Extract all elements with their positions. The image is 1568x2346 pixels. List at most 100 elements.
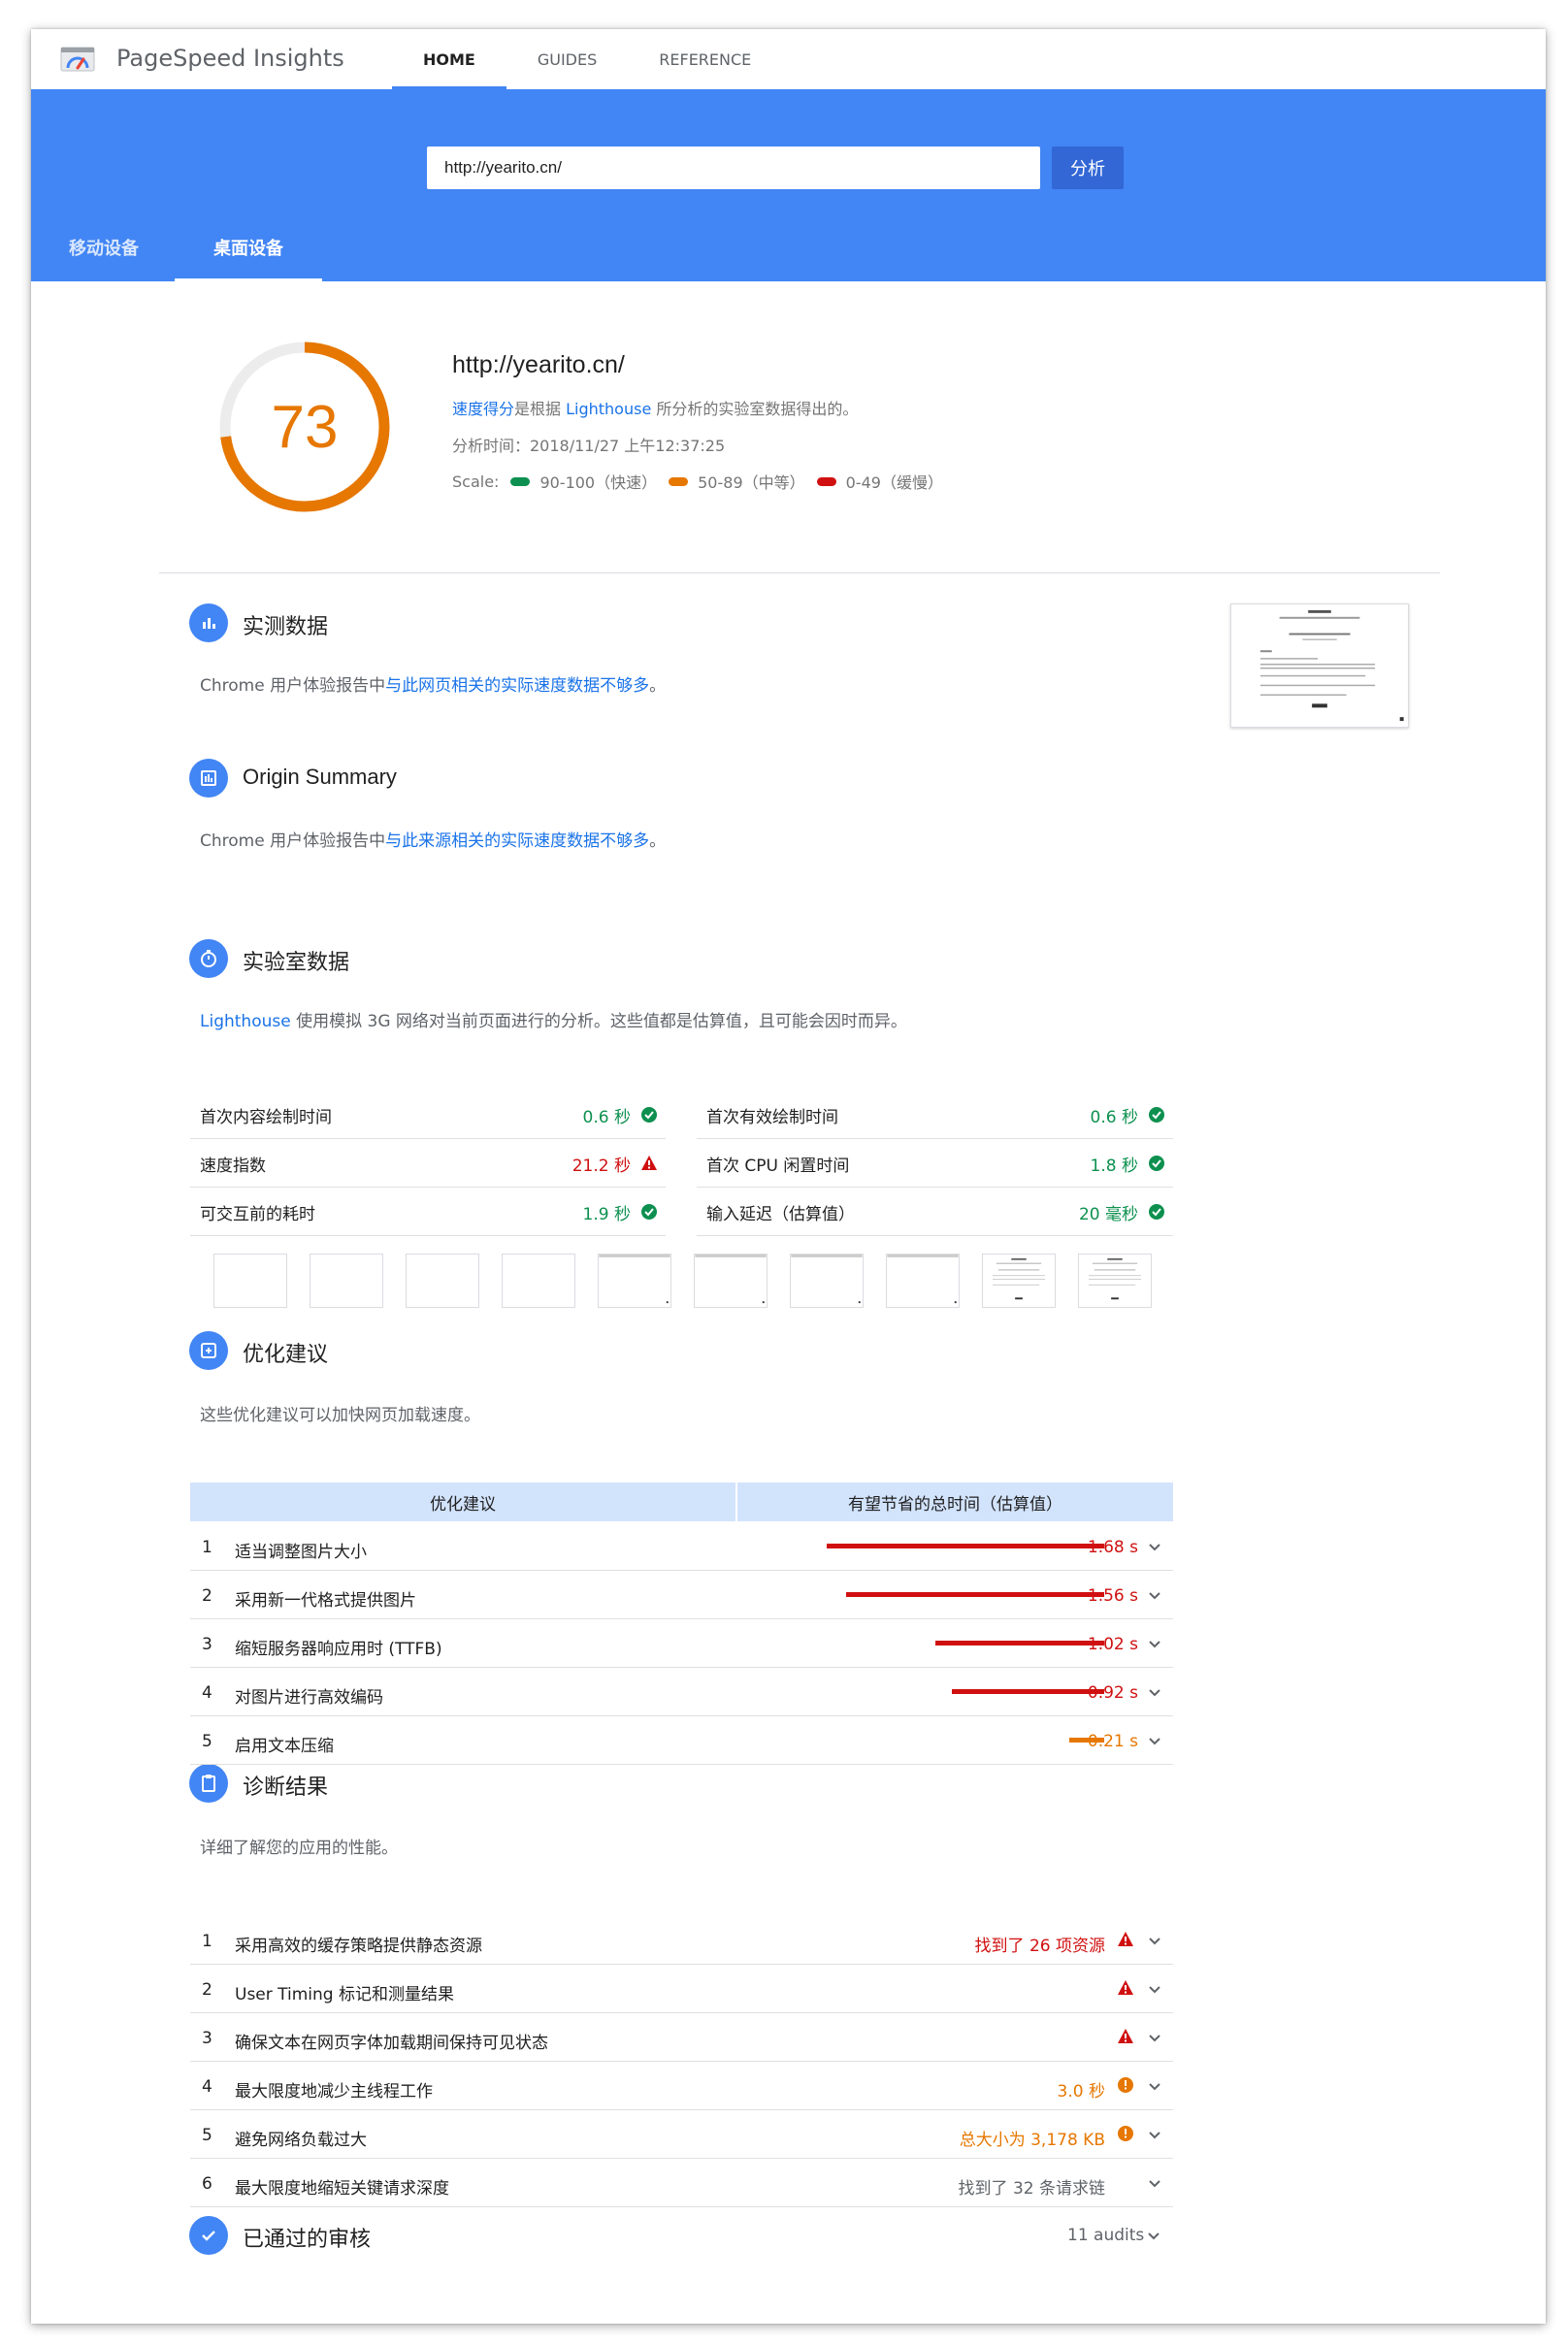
lab-lighthouse-link[interactable]: Lighthouse (200, 1012, 291, 1031)
chevron-down-icon[interactable] (1148, 1937, 1161, 1946)
row-index: 3 (202, 2029, 212, 2048)
opportunity-name: 启用文本压缩 (235, 1737, 334, 1756)
origin-summary-suffix: 。 (649, 831, 667, 851)
lab-data-icon (189, 939, 228, 978)
field-data-icon (189, 603, 228, 642)
browser-page: PageSpeed Insights HOME GUIDES REFERENCE… (31, 29, 1546, 2324)
info-circle-icon (1118, 2126, 1133, 2141)
opportunity-name: 采用新一代格式提供图片 (235, 1591, 416, 1611)
opportunity-name: 对图片进行高效编码 (235, 1688, 383, 1708)
row-index: 1 (202, 1538, 212, 1557)
lab-data-text: Lighthouse 使用模拟 3G 网络对当前页面进行的分析。这些值都是估算值… (200, 1007, 907, 1031)
scale-slow: 0-49（缓慢） (845, 473, 943, 492)
main-nav: HOME GUIDES REFERENCE (392, 29, 782, 89)
diagnostic-row[interactable]: 3 确保文本在网页字体加载期间保持可见状态 (190, 2014, 1173, 2062)
filmstrip-frame (1078, 1254, 1152, 1308)
origin-summary-link[interactable]: 与此来源相关的实际速度数据不够多 (385, 831, 649, 851)
warning-triangle-icon (1118, 1980, 1133, 1995)
score-desc-end: 所分析的实验室数据得出的。 (651, 400, 859, 418)
metric-fmp: 首次有效绘制时间 0.6 秒 (697, 1092, 1173, 1139)
savings-time: 1.02 s (1087, 1635, 1138, 1654)
passed-audits-count[interactable]: 11 audits (1067, 2226, 1144, 2245)
field-data-suffix: 。 (649, 676, 667, 696)
tab-mobile[interactable]: 移动设备 (50, 213, 157, 281)
fast-pill-icon (510, 476, 531, 486)
diagnostic-name: 确保文本在网页字体加载期间保持可见状态 (235, 2034, 548, 2053)
origin-summary-title: Origin Summary (243, 765, 397, 789)
chevron-down-icon[interactable] (1148, 1543, 1161, 1552)
diagnostic-value: 3.0 秒 (1057, 2082, 1105, 2102)
opportunity-row[interactable]: 2 采用新一代格式提供图片 1.56 s (190, 1572, 1173, 1619)
opportunities-title: 优化建议 (243, 1343, 329, 1367)
score-value: 73 (271, 393, 339, 461)
pass-check-icon (641, 1204, 657, 1220)
passed-audits-title[interactable]: 已通过的审核 (243, 2222, 371, 2253)
opportunity-row[interactable]: 3 缩短服务器响应用时 (TTFB) 1.02 s (190, 1620, 1173, 1668)
metric-label: 首次有效绘制时间 (706, 1107, 838, 1127)
url-input[interactable]: http://yearito.cn/ (427, 147, 1040, 189)
opportunity-row[interactable]: 1 适当调整图片大小 1.68 s (190, 1523, 1173, 1571)
chevron-down-icon[interactable] (1148, 1640, 1161, 1649)
metric-label: 可交互前的耗时 (200, 1204, 315, 1224)
nav-home[interactable]: HOME (392, 29, 506, 89)
pass-check-icon (1149, 1107, 1164, 1123)
metric-label: 首次内容绘制时间 (200, 1107, 332, 1127)
top-bar: PageSpeed Insights HOME GUIDES REFERENCE (31, 29, 1546, 89)
opportunity-column-header: 优化建议 (190, 1483, 735, 1521)
chevron-down-icon[interactable] (1148, 1591, 1161, 1601)
opportunity-row[interactable]: 4 对图片进行高效编码 0.92 s (190, 1669, 1173, 1716)
pagespeed-logo-icon[interactable] (60, 45, 95, 74)
chevron-down-icon[interactable] (1148, 1688, 1161, 1698)
diagnostic-name: 采用高效的缓存策略提供静态资源 (235, 1937, 482, 1956)
analyze-button[interactable]: 分析 (1052, 147, 1124, 189)
savings-bar (827, 1544, 1104, 1548)
diagnostic-value: 找到了 26 项资源 (974, 1937, 1105, 1956)
score-link[interactable]: 速度得分 (452, 400, 514, 418)
lighthouse-link[interactable]: Lighthouse (566, 400, 651, 418)
diagnostic-name: 避免网络负载过大 (235, 2131, 367, 2150)
metric-value: 21.2 秒 (572, 1152, 658, 1176)
row-index: 2 (202, 1980, 212, 2000)
opportunities-table-header: 优化建议 有望节省的总时间（估算值） (190, 1483, 1173, 1521)
diagnostic-row[interactable]: 6 最大限度地缩短关键请求深度 找到了 32 条请求链 (190, 2160, 1173, 2207)
chevron-down-icon[interactable] (1147, 2232, 1160, 2241)
nav-guides[interactable]: GUIDES (506, 29, 628, 89)
opportunity-name: 缩短服务器响应用时 (TTFB) (235, 1640, 442, 1659)
diagnostic-row[interactable]: 4 最大限度地减少主线程工作 3.0 秒 (190, 2063, 1173, 2110)
savings-time: 0.21 s (1087, 1732, 1138, 1751)
metric-value: 0.6 秒 (583, 1103, 658, 1127)
chevron-down-icon[interactable] (1148, 1737, 1161, 1746)
chevron-down-icon[interactable] (1148, 2179, 1161, 2189)
savings-time: 0.92 s (1087, 1683, 1138, 1703)
chevron-down-icon[interactable] (1148, 1985, 1161, 1995)
warning-triangle-icon (1118, 1932, 1133, 1946)
passed-audits-icon (189, 2216, 228, 2255)
pass-check-icon (1149, 1204, 1164, 1220)
metric-fcp: 首次内容绘制时间 0.6 秒 (190, 1092, 666, 1139)
filmstrip-frame (502, 1254, 575, 1308)
chevron-down-icon[interactable] (1148, 2034, 1161, 2043)
metric-value-text: 0.6 秒 (1090, 1107, 1138, 1127)
analyzed-url: http://yearito.cn/ (452, 351, 625, 378)
chevron-down-icon[interactable] (1148, 2082, 1161, 2092)
row-index: 5 (202, 1732, 212, 1751)
filmstrip-frame (886, 1254, 960, 1308)
scale-average: 50-89（中等） (698, 473, 805, 492)
field-data-link[interactable]: 与此网页相关的实际速度数据不够多 (385, 676, 649, 696)
diagnostic-row[interactable]: 2 User Timing 标记和测量结果 (190, 1966, 1173, 2013)
filmstrip-frame (790, 1254, 864, 1308)
opportunity-row[interactable]: 5 启用文本压缩 0.21 s (190, 1717, 1173, 1765)
diagnostics-text: 详细了解您的应用的性能。 (200, 1839, 398, 1858)
tab-desktop[interactable]: 桌面设备 (175, 213, 322, 281)
brand-title[interactable]: PageSpeed Insights (116, 45, 344, 72)
diagnostic-row[interactable]: 1 采用高效的缓存策略提供静态资源 找到了 26 项资源 (190, 1917, 1173, 1965)
filmstrip-frame (213, 1254, 287, 1308)
nav-reference[interactable]: REFERENCE (628, 29, 782, 89)
chevron-down-icon[interactable] (1148, 2131, 1161, 2140)
score-desc-mid: 是根据 (514, 400, 567, 418)
savings-time: 1.68 s (1087, 1538, 1138, 1557)
row-index: 4 (202, 1683, 212, 1703)
origin-summary-text: Chrome 用户体验报告中与此来源相关的实际速度数据不够多。 (200, 827, 666, 851)
diagnostic-row[interactable]: 5 避免网络负载过大 总大小为 3,178 KB (190, 2111, 1173, 2159)
metric-value: 20 毫秒 (1079, 1200, 1165, 1224)
